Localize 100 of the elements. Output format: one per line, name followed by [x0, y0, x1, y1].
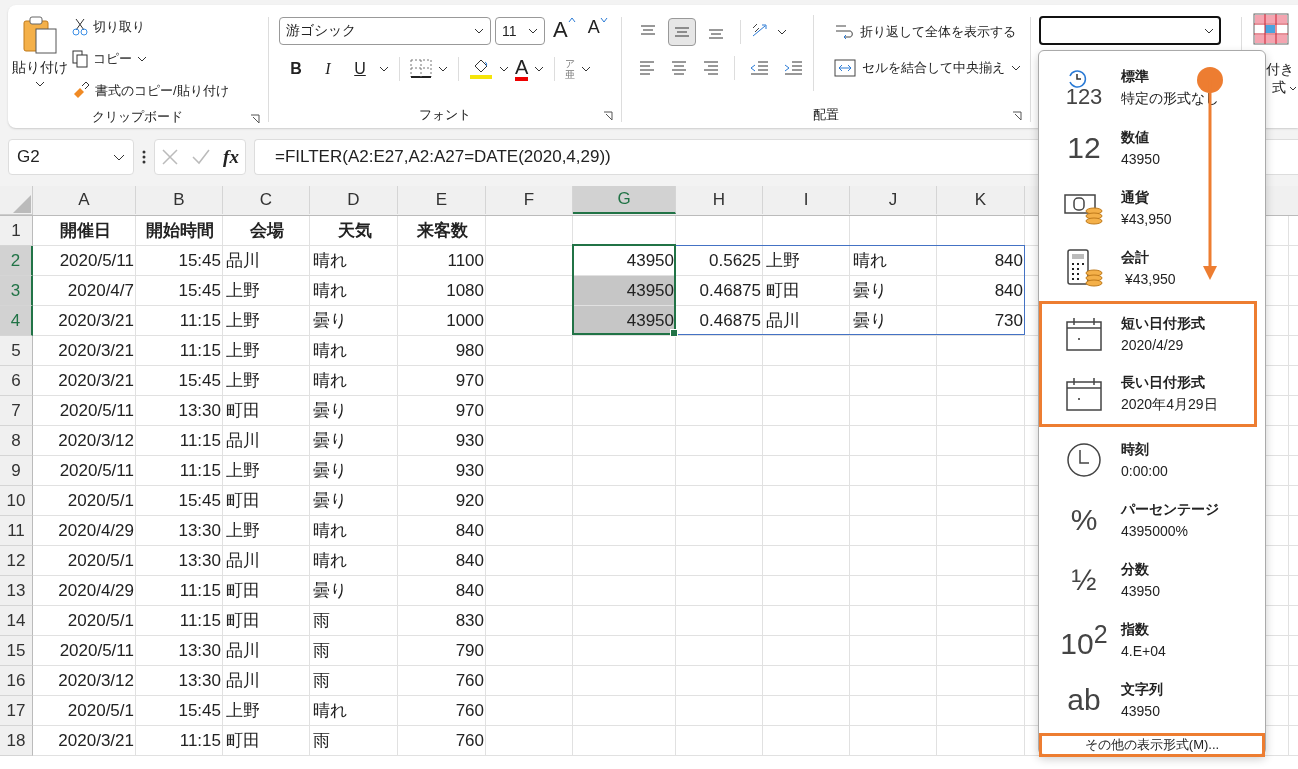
table-cell-text: 2020/4/29 — [57, 519, 135, 542]
column-header[interactable]: I — [763, 186, 850, 214]
row-header[interactable]: 10 — [0, 486, 33, 516]
caret-icon[interactable] — [1289, 85, 1297, 91]
fill-handle[interactable] — [670, 329, 678, 337]
format-option[interactable]: 10$^{2}$ 指数 4.E+04 — [1039, 610, 1257, 670]
column-header[interactable]: C — [223, 186, 310, 214]
caret-icon[interactable] — [499, 66, 509, 72]
fill-bucket-icon[interactable] — [469, 58, 493, 80]
paste-button[interactable]: 貼り付け — [8, 5, 72, 105]
row-header[interactable]: 3 — [0, 276, 33, 306]
more-number-formats-button[interactable]: その他の表示形式(M)... — [1039, 733, 1265, 757]
shrink-font-button[interactable]: A — [579, 17, 608, 45]
caret-icon[interactable] — [379, 66, 389, 72]
align-right-icon[interactable] — [702, 60, 720, 76]
format-option[interactable]: 通貨 ¥43,950 — [1039, 178, 1257, 238]
table-cell-text: 品川 — [765, 310, 801, 332]
merge-center-button[interactable]: セルを結合して中央揃え — [834, 53, 1021, 83]
dialog-launcher-icon[interactable] — [603, 111, 613, 121]
caret-icon[interactable] — [534, 66, 545, 72]
conditional-format-label[interactable]: 付き — [1266, 61, 1294, 79]
checkmark-icon[interactable] — [191, 148, 212, 166]
row-header[interactable]: 12 — [0, 546, 33, 576]
align-left-icon[interactable] — [638, 60, 656, 76]
dialog-launcher-icon[interactable] — [1012, 111, 1022, 121]
row-header[interactable]: 8 — [0, 426, 33, 456]
column-header[interactable]: E — [398, 186, 486, 214]
table-cell-text: 町田 — [225, 400, 261, 422]
format-option[interactable]: % パーセンテージ 4395000% — [1039, 490, 1257, 550]
copy-icon — [72, 50, 88, 68]
conditional-format-icon[interactable] — [1253, 13, 1289, 45]
caret-icon[interactable] — [438, 66, 448, 72]
caret-icon — [1204, 28, 1214, 34]
table-cell-text: 15:45 — [177, 489, 222, 512]
format-option[interactable]: ½ 分数 43950 — [1039, 550, 1257, 610]
table-cell-text: 840 — [454, 579, 485, 602]
row-header[interactable]: 17 — [0, 696, 33, 726]
row-header[interactable]: 2 — [0, 246, 33, 276]
row-header[interactable]: 5 — [0, 336, 33, 366]
caret-icon[interactable] — [581, 66, 592, 72]
table-cell-text: 品川 — [225, 250, 261, 272]
row-header[interactable]: 11 — [0, 516, 33, 546]
column-header[interactable]: K — [937, 186, 1025, 214]
column-header[interactable]: A — [33, 186, 136, 214]
name-box[interactable]: G2 — [8, 139, 134, 175]
row-header[interactable]: 14 — [0, 606, 33, 636]
borders-icon[interactable] — [410, 59, 432, 79]
insert-function-button[interactable]: fx — [223, 146, 239, 168]
conditional-format-label[interactable]: 式 — [1272, 79, 1286, 97]
format-option[interactable]: ab 文字列 43950 — [1039, 670, 1257, 730]
format-option[interactable]: 会計 ¥43,950 — [1039, 238, 1257, 298]
format-option-example: ¥43,950 — [1121, 211, 1172, 227]
row-header[interactable]: 15 — [0, 636, 33, 666]
vertical-align-button[interactable] — [668, 18, 696, 46]
decrease-indent-icon[interactable] — [749, 60, 769, 76]
wrap-text-button[interactable]: 折り返して全体を表示する — [834, 17, 1021, 47]
copy-button[interactable]: コピー — [72, 45, 229, 73]
format-option[interactable]: 長い日付形式 2020年4月29日 — [1042, 364, 1254, 424]
cut-button[interactable]: 切り取り — [72, 13, 229, 41]
align-center-icon[interactable] — [670, 60, 688, 76]
row-header[interactable]: 7 — [0, 396, 33, 426]
format-painter-button[interactable]: 書式のコピー/貼り付け — [72, 77, 229, 105]
font-color-button[interactable]: A — [515, 57, 529, 81]
number-format-field[interactable] — [1039, 16, 1221, 45]
italic-button[interactable]: I — [315, 55, 341, 83]
caret-icon[interactable] — [777, 29, 787, 35]
row-header[interactable]: 18 — [0, 726, 33, 756]
more-options-icon[interactable] — [142, 149, 146, 165]
row-header[interactable]: 13 — [0, 576, 33, 606]
grow-font-button[interactable]: A — [549, 17, 576, 45]
align-lines-icon — [673, 24, 691, 40]
table-cell-text: 11:15 — [178, 459, 222, 482]
table-cell-text: 11:15 — [178, 579, 222, 602]
column-header[interactable]: J — [850, 186, 937, 214]
underline-button[interactable]: U — [347, 55, 373, 83]
table-cell-text: 晴れ — [852, 250, 888, 272]
column-header[interactable]: G — [573, 186, 676, 214]
format-option[interactable]: 時刻 0:00:00 — [1039, 430, 1257, 490]
column-header[interactable]: D — [310, 186, 398, 214]
format-option[interactable]: 短い日付形式 2020/4/29 — [1042, 304, 1254, 364]
table-cell-text: 晴れ — [312, 280, 348, 302]
column-header[interactable]: B — [136, 186, 223, 214]
phonetic-button[interactable]: ア 亜 — [565, 58, 576, 80]
row-header[interactable]: 4 — [0, 306, 33, 336]
bold-button[interactable]: B — [283, 55, 309, 83]
dialog-launcher-icon[interactable] — [250, 114, 260, 124]
font-name-field[interactable]: 游ゴシック — [279, 17, 491, 45]
row-header[interactable]: 6 — [0, 366, 33, 396]
font-size-field[interactable]: 11 — [495, 17, 545, 45]
table-cell-text: 来客数 — [416, 220, 469, 242]
format-option-example: 2020/4/29 — [1121, 337, 1185, 353]
table-cell-text: 上野 — [225, 340, 261, 362]
table-cell-text: 開催日 — [58, 220, 112, 242]
format-glyph: ½ — [1071, 563, 1097, 597]
row-header[interactable]: 1 — [0, 216, 33, 246]
increase-indent-icon[interactable] — [783, 60, 803, 76]
row-header[interactable]: 9 — [0, 456, 33, 486]
row-header[interactable]: 16 — [0, 666, 33, 696]
table-cell-text: 上野 — [225, 520, 261, 542]
column-header[interactable]: H — [676, 186, 763, 214]
